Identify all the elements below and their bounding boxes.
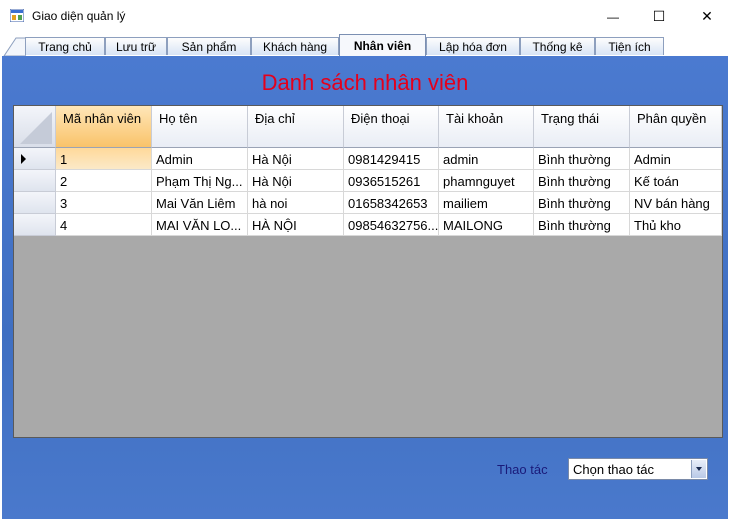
cell-trang-thai[interactable]: Bình thường (534, 214, 630, 236)
cell-ho-ten[interactable]: Phạm Thị Ng... (152, 170, 248, 192)
cell-phan-quyen[interactable]: NV bán hàng (630, 192, 722, 214)
column-header-dia-chi[interactable]: Địa chỉ (248, 106, 344, 148)
cell-dien-thoai[interactable]: 01658342653 (344, 192, 439, 214)
tab-san-pham[interactable]: Sản phẩm (167, 37, 251, 55)
row-header[interactable] (14, 148, 56, 170)
tab-khach-hang[interactable]: Khách hàng (251, 37, 339, 55)
tab-strip: Trang chủ Lưu trữ Sản phẩm Khách hàng Nh… (0, 33, 730, 56)
tab-label: Lập hóa đơn (439, 39, 507, 54)
cell-ma-nhan-vien[interactable]: 4 (56, 214, 152, 236)
chevron-down-icon (696, 467, 702, 471)
cell-ma-nhan-vien[interactable]: 2 (56, 170, 152, 192)
row-header[interactable] (14, 192, 56, 214)
column-header-dien-thoai[interactable]: Điện thoại (344, 106, 439, 148)
cell-tai-khoan[interactable]: MAILONG (439, 214, 534, 236)
row-header[interactable] (14, 214, 56, 236)
tab-label: Lưu trữ (115, 39, 157, 54)
cell-tai-khoan[interactable]: mailiem (439, 192, 534, 214)
table-row[interactable]: 3 Mai Văn Liêm hà noi 01658342653 mailie… (14, 192, 722, 214)
cell-ho-ten[interactable]: MAI VĂN LO... (152, 214, 248, 236)
tab-thong-ke[interactable]: Thống kê (520, 37, 595, 55)
table-row[interactable]: 4 MAI VĂN LO... HÀ NỘI 09854632756... MA… (14, 214, 722, 236)
table-row[interactable]: 1 Admin Hà Nội 0981429415 admin Bình thư… (14, 148, 722, 170)
cell-dien-thoai[interactable]: 09854632756... (344, 214, 439, 236)
cell-tai-khoan[interactable]: phamnguyet (439, 170, 534, 192)
tab-strip-curl (3, 37, 26, 56)
tab-tien-ich[interactable]: Tiện ích (595, 37, 664, 55)
tab-trang-chu[interactable]: Trang chủ (25, 37, 105, 55)
column-header-trang-thai[interactable]: Trạng thái (534, 106, 630, 148)
cell-ho-ten[interactable]: Admin (152, 148, 248, 170)
select-all-triangle-icon (20, 112, 52, 144)
maximize-button[interactable]: ☐ (636, 0, 682, 33)
column-header-tai-khoan[interactable]: Tài khoản (439, 106, 534, 148)
cell-dia-chi[interactable]: hà noi (248, 192, 344, 214)
operation-label: Thao tác (497, 462, 548, 477)
cell-ma-nhan-vien[interactable]: 1 (56, 148, 152, 170)
close-icon: ✕ (701, 8, 713, 24)
tab-label: Thống kê (532, 39, 583, 54)
window-title: Giao diện quản lý (32, 9, 126, 23)
cell-dien-thoai[interactable]: 0936515261 (344, 170, 439, 192)
tab-label: Khách hàng (262, 39, 328, 54)
cell-ma-nhan-vien[interactable]: 3 (56, 192, 152, 214)
tab-label: Trang chủ (38, 39, 92, 54)
tab-label: Tiện ích (608, 39, 651, 54)
app-window-icon (10, 9, 24, 22)
tab-lap-hoa-don[interactable]: Lập hóa đơn (426, 37, 520, 55)
column-header-phan-quyen[interactable]: Phân quyền (630, 106, 722, 148)
column-header-ma-nhan-vien[interactable]: Mã nhân viên (56, 106, 152, 148)
tab-luu-tru[interactable]: Lưu trữ (105, 37, 167, 55)
cell-dia-chi[interactable]: HÀ NỘI (248, 214, 344, 236)
operation-dropdown[interactable]: Chọn thao tác (568, 458, 708, 480)
close-button[interactable]: ✕ (684, 0, 730, 33)
title-bar: Giao diện quản lý — ☐ ✕ (0, 0, 730, 33)
cell-trang-thai[interactable]: Bình thường (534, 192, 630, 214)
minimize-icon: — (607, 9, 619, 24)
cell-dien-thoai[interactable]: 0981429415 (344, 148, 439, 170)
cell-ho-ten[interactable]: Mai Văn Liêm (152, 192, 248, 214)
cell-phan-quyen[interactable]: Thủ kho (630, 214, 722, 236)
current-row-arrow-icon (21, 154, 26, 164)
row-header[interactable] (14, 170, 56, 192)
cell-tai-khoan[interactable]: admin (439, 148, 534, 170)
operation-selected-value: Chọn thao tác (573, 462, 654, 477)
cell-dia-chi[interactable]: Hà Nội (248, 170, 344, 192)
page-title: Danh sách nhân viên (261, 70, 469, 95)
cell-dia-chi[interactable]: Hà Nội (248, 148, 344, 170)
grid-header-row: Mã nhân viên Họ tên Địa chỉ Điện thoại T… (14, 106, 722, 148)
minimize-button[interactable]: — (590, 0, 636, 33)
employee-data-grid[interactable]: Mã nhân viên Họ tên Địa chỉ Điện thoại T… (13, 105, 723, 438)
tab-label: Sản phẩm (181, 39, 237, 54)
cell-phan-quyen[interactable]: Kế toán (630, 170, 722, 192)
tab-label: Nhân viên (353, 38, 412, 53)
cell-trang-thai[interactable]: Bình thường (534, 170, 630, 192)
column-header-ho-ten[interactable]: Họ tên (152, 106, 248, 148)
tab-nhan-vien[interactable]: Nhân viên (339, 34, 426, 56)
table-row[interactable]: 2 Phạm Thị Ng... Hà Nội 0936515261 phamn… (14, 170, 722, 192)
maximize-icon: ☐ (652, 8, 666, 24)
grid-corner-cell[interactable] (14, 106, 56, 148)
cell-trang-thai[interactable]: Bình thường (534, 148, 630, 170)
cell-phan-quyen[interactable]: Admin (630, 148, 722, 170)
dropdown-button[interactable] (691, 460, 706, 478)
